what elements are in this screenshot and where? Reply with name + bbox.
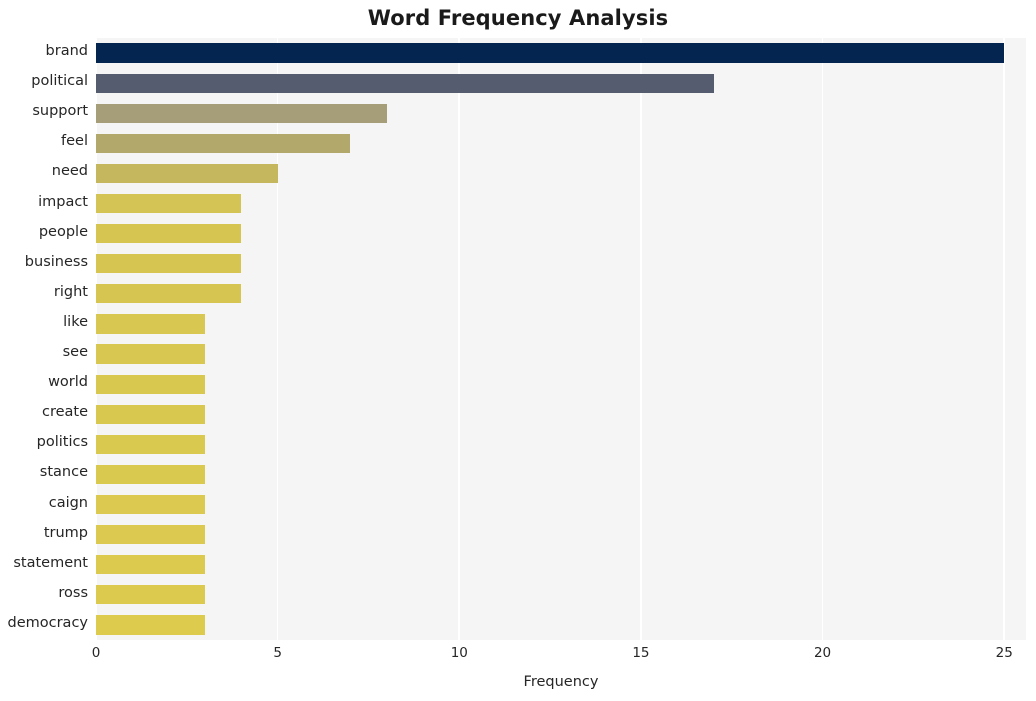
bar-caign[interactable] (96, 494, 205, 515)
bar-row (96, 404, 1026, 424)
bar-world[interactable] (96, 374, 205, 394)
bar-row (96, 224, 1026, 244)
bar-row (96, 525, 1026, 545)
bar-people[interactable] (96, 224, 242, 244)
bar-row (96, 43, 1026, 63)
bar-row (96, 434, 1026, 454)
bar-row (96, 615, 1026, 635)
y-tick-label-need: need (51, 163, 88, 180)
bar-ross[interactable] (96, 585, 205, 605)
bar-like[interactable] (96, 314, 205, 334)
bar-stance[interactable] (96, 464, 205, 485)
bar-impact[interactable] (96, 193, 242, 214)
bar-politics[interactable] (96, 434, 205, 454)
y-tick-label-feel: feel (61, 133, 88, 150)
bar-row (96, 193, 1026, 214)
y-tick-label-trump: trump (43, 524, 88, 541)
y-tick-label-caign: caign (48, 494, 88, 511)
bar-row (96, 133, 1026, 153)
y-tick-label-brand: brand (45, 43, 88, 60)
bar-row (96, 73, 1026, 93)
bar-row (96, 585, 1026, 605)
bar-feel[interactable] (96, 133, 351, 153)
y-tick-label-support: support (32, 103, 88, 120)
y-axis-tick-labels: brand political support feel need impact peopl… (0, 38, 89, 640)
x-tick-label-5: 5 (273, 645, 282, 661)
bar-statement[interactable] (96, 555, 205, 575)
x-tick-label-25: 25 (995, 645, 1013, 661)
y-tick-label-people: people (38, 223, 88, 240)
y-tick-label-statement: statement (13, 554, 88, 571)
bar-brand[interactable] (96, 43, 1005, 63)
bar-need[interactable] (96, 163, 278, 184)
y-tick-label-business: business (24, 253, 88, 270)
bar-trump[interactable] (96, 525, 205, 545)
bar-row (96, 163, 1026, 184)
y-tick-label-see: see (62, 344, 88, 361)
bar-create[interactable] (96, 404, 205, 424)
bar-row (96, 374, 1026, 394)
bar-business[interactable] (96, 254, 242, 274)
bar-rows (96, 38, 1026, 640)
bar-row (96, 284, 1026, 304)
bar-see[interactable] (96, 344, 205, 364)
bar-row (96, 464, 1026, 485)
bar-row (96, 344, 1026, 364)
chart-title: Word Frequency Analysis (367, 6, 669, 30)
bar-row (96, 494, 1026, 515)
x-axis-tick-labels: 0 5 10 15 20 25 (92, 645, 1026, 667)
word-frequency-chart-figure: Word Frequency Analysis brand political su… (0, 0, 1036, 701)
bar-row (96, 103, 1026, 123)
bar-right[interactable] (96, 284, 242, 304)
bar-row (96, 314, 1026, 334)
x-tick-label-15: 15 (632, 645, 650, 661)
y-tick-label-world: world (48, 374, 88, 391)
bar-support[interactable] (96, 103, 387, 123)
plot-area (96, 38, 1026, 640)
x-tick-label-0: 0 (91, 645, 101, 661)
bar-row (96, 555, 1026, 575)
y-tick-label-stance: stance (39, 464, 88, 481)
y-tick-label-create: create (41, 404, 88, 421)
bar-political[interactable] (96, 73, 714, 93)
y-tick-label-right: right (53, 283, 88, 300)
y-tick-label-political: political (31, 73, 88, 90)
x-tick-label-10: 10 (450, 645, 468, 661)
y-tick-label-politics: politics (36, 434, 88, 451)
bar-democracy[interactable] (96, 615, 205, 635)
x-tick-label-20: 20 (813, 645, 832, 661)
x-axis-title: Frequency (523, 674, 599, 690)
y-tick-label-ross: ross (58, 584, 88, 601)
y-tick-label-like: like (63, 313, 88, 330)
y-tick-label-democracy: democracy (7, 614, 89, 631)
y-tick-label-impact: impact (38, 193, 88, 210)
bar-row (96, 254, 1026, 274)
